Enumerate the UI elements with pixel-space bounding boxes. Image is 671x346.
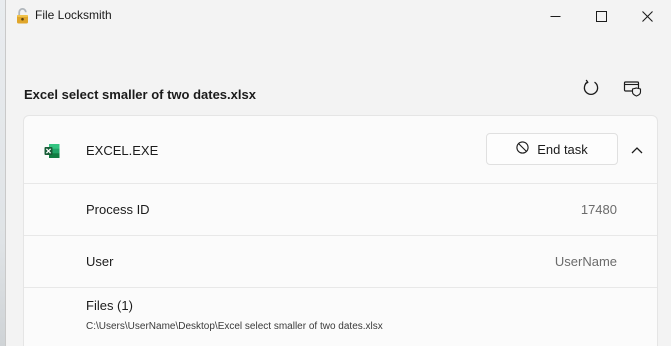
block-icon xyxy=(516,141,529,157)
close-button[interactable] xyxy=(624,0,670,32)
padlock-icon xyxy=(16,8,29,24)
files-label: Files (1) xyxy=(86,298,133,313)
close-icon xyxy=(641,10,653,22)
file-path: C:\Users\UserName\Desktop\Excel select s… xyxy=(86,321,383,332)
minimize-icon xyxy=(550,11,561,22)
maximize-icon xyxy=(595,10,607,22)
process-id-row: Process ID 17480 xyxy=(24,184,657,236)
process-card: EXCEL.EXE End task Process ID 17480 User… xyxy=(23,115,658,346)
restart-as-admin-icon xyxy=(623,79,643,102)
excel-icon xyxy=(44,143,60,159)
title-bar[interactable]: File Locksmith xyxy=(6,0,671,32)
minimize-button[interactable] xyxy=(532,0,578,32)
maximize-button[interactable] xyxy=(578,0,624,32)
user-row: User UserName xyxy=(24,236,657,288)
process-id-value: 17480 xyxy=(580,202,617,217)
user-value: UserName xyxy=(554,254,617,269)
window-title: File Locksmith xyxy=(35,8,112,22)
user-label: User xyxy=(86,254,114,269)
end-task-button[interactable]: End task xyxy=(486,133,618,165)
file-locksmith-window: File Locksmith Excel select smaller of t… xyxy=(5,0,671,346)
locked-file-name: Excel select smaller of two dates.xlsx xyxy=(24,87,256,102)
process-name: EXCEL.EXE xyxy=(86,143,159,158)
process-id-label: Process ID xyxy=(86,202,150,217)
end-task-label: End task xyxy=(537,141,588,157)
process-header-row[interactable]: EXCEL.EXE End task xyxy=(24,116,657,184)
collapse-button[interactable] xyxy=(628,142,646,158)
files-row: Files (1) C:\Users\UserName\Desktop\Exce… xyxy=(24,288,657,346)
refresh-icon xyxy=(582,79,600,102)
refresh-button[interactable] xyxy=(576,76,606,104)
chevron-up-icon xyxy=(631,141,643,159)
restart-as-admin-button[interactable] xyxy=(618,76,648,104)
